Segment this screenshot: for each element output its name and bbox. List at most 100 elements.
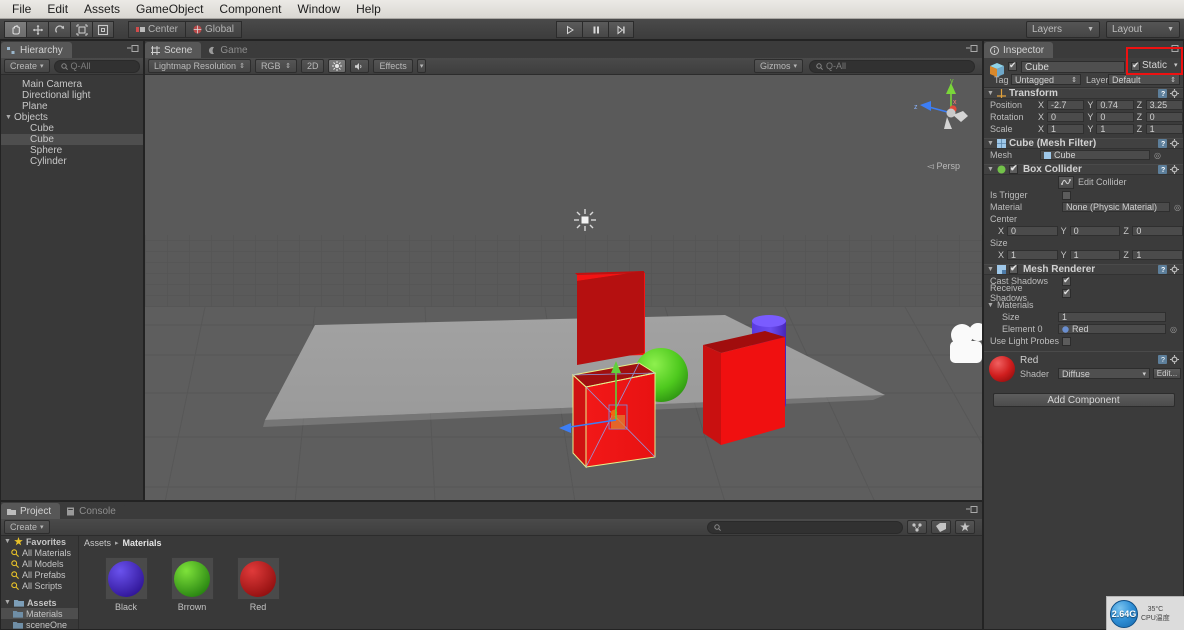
receive-shadows-checkbox[interactable] [1062, 287, 1071, 298]
foldout-arrow-icon[interactable]: ▼ [4, 599, 11, 606]
transform-y-field[interactable]: 0 [1096, 112, 1134, 122]
help-icon[interactable]: ? [1158, 165, 1167, 174]
project-create-button[interactable]: Create ▾ [4, 520, 50, 534]
tab-game[interactable]: Game [201, 42, 257, 58]
asset-item[interactable]: Brrown [167, 557, 217, 612]
layout-dropdown[interactable]: Layout ▼ [1106, 21, 1180, 38]
help-icon[interactable]: ? [1158, 265, 1167, 274]
tab-hierarchy[interactable]: Hierarchy [1, 42, 72, 58]
component-header-box-collider[interactable]: ▼ Box Collider ? [984, 163, 1183, 175]
shader-edit-button[interactable]: Edit... [1153, 368, 1181, 379]
help-icon[interactable]: ? [1158, 89, 1167, 98]
hierarchy-search-input[interactable]: Q-All [53, 59, 140, 73]
assets-folder-item[interactable]: Materials [1, 608, 78, 619]
size-z-field[interactable]: 1 [1132, 250, 1183, 260]
memory-indicator[interactable]: 2.64G [1110, 599, 1138, 628]
size-x-field[interactable]: 1 [1007, 250, 1058, 260]
gear-icon[interactable] [1170, 165, 1180, 174]
materials-size-field[interactable]: 1 [1058, 312, 1166, 322]
center-z-field[interactable]: 0 [1132, 226, 1183, 236]
inspector-menu-icon[interactable] [1167, 44, 1179, 55]
hierarchy-item[interactable]: Main Camera [1, 79, 143, 90]
hierarchy-item[interactable]: Cube [1, 123, 143, 134]
scene-color-mode-dropdown[interactable]: RGB ⇕ [254, 59, 297, 73]
project-tree[interactable]: ▼ Favorites All Materials All Models All P… [1, 536, 79, 630]
pause-button[interactable] [582, 21, 608, 38]
object-name-field[interactable] [1021, 61, 1125, 73]
scene-effects-caret[interactable]: ▾ [416, 59, 427, 73]
transform-z-field[interactable]: 1 [1145, 124, 1183, 134]
transform-x-field[interactable]: 0 [1047, 112, 1085, 122]
hand-tool-button[interactable] [4, 21, 26, 38]
hierarchy-item[interactable]: Sphere [1, 145, 143, 156]
box-collider-enabled-checkbox[interactable] [1008, 163, 1018, 174]
pivot-mode-button[interactable]: Center [128, 21, 186, 38]
rect-tool-button[interactable] [92, 21, 114, 38]
project-menu-icon[interactable] [966, 505, 978, 516]
scene-projection-label[interactable]: ◅ Persp [927, 161, 960, 172]
handle-space-button[interactable]: Global [185, 21, 242, 38]
hierarchy-item[interactable]: Plane [1, 101, 143, 112]
play-button[interactable] [556, 21, 582, 38]
foldout-arrow-icon[interactable]: ▼ [987, 140, 994, 147]
object-enabled-checkbox[interactable] [1008, 60, 1017, 71]
scene-gizmos-dropdown[interactable]: Gizmos ▾ [753, 59, 803, 73]
favorites-root[interactable]: ▼ Favorites [1, 536, 78, 547]
element0-object-field[interactable]: Red [1058, 324, 1166, 334]
mesh-object-field[interactable]: Cube [1040, 150, 1150, 160]
scene-2d-toggle[interactable]: 2D [300, 59, 325, 73]
layers-dropdown[interactable]: Layers ▼ [1026, 21, 1100, 38]
transform-x-field[interactable]: -2.7 [1047, 100, 1085, 110]
gear-icon[interactable] [1170, 89, 1180, 98]
layer-dropdown[interactable]: Default ⇕ [1108, 74, 1180, 85]
size-y-field[interactable]: 1 [1069, 250, 1121, 260]
scene-effects-dropdown[interactable]: Effects [373, 59, 413, 73]
favorite-star-button[interactable] [955, 520, 975, 534]
tag-dropdown[interactable]: Untagged ⇕ [1011, 74, 1081, 85]
foldout-arrow-icon[interactable]: ▼ [987, 90, 994, 97]
help-icon[interactable]: ? [1158, 139, 1167, 148]
menu-item-help[interactable]: Help [348, 0, 389, 18]
physic-material-field[interactable]: None (Physic Material) [1062, 202, 1170, 212]
center-y-field[interactable]: 0 [1069, 226, 1121, 236]
favorites-item[interactable]: All Materials [1, 547, 78, 558]
system-tray-widget[interactable]: 2.64G 35°C CPU温度 [1106, 596, 1184, 630]
filter-by-type-button[interactable] [907, 520, 927, 534]
static-dropdown-caret-icon[interactable]: ▾ [1174, 61, 1178, 69]
favorites-item[interactable]: All Prefabs [1, 569, 78, 580]
transform-z-field[interactable]: 0 [1145, 112, 1183, 122]
tab-project[interactable]: Project [1, 503, 61, 519]
hierarchy-tree[interactable]: Main Camera Directional light Plane ▼ Object… [1, 75, 143, 167]
material-gear-icon[interactable] [1170, 355, 1180, 367]
add-component-button[interactable]: Add Component [992, 393, 1175, 407]
is-trigger-checkbox[interactable] [1062, 190, 1071, 200]
center-x-field[interactable]: 0 [1007, 226, 1058, 236]
favorites-item[interactable]: All Models [1, 558, 78, 569]
breadcrumb-materials[interactable]: Materials [123, 538, 162, 548]
light-probes-checkbox[interactable] [1062, 336, 1071, 346]
transform-y-field[interactable]: 1 [1096, 124, 1134, 134]
foldout-arrow-icon[interactable]: ▼ [4, 538, 11, 545]
foldout-arrow-icon[interactable]: ▼ [5, 114, 14, 121]
assets-folder-list[interactable]: Materials sceneOne [1, 608, 78, 630]
menu-item-file[interactable]: File [4, 0, 39, 18]
static-checkbox[interactable] [1131, 60, 1140, 71]
scene-audio-toggle[interactable] [350, 59, 370, 73]
hierarchy-item[interactable]: Cylinder [1, 156, 143, 167]
materials-foldout-row[interactable]: ▼ Materials [984, 299, 1183, 311]
foldout-arrow-icon[interactable]: ▼ [987, 302, 994, 309]
foldout-arrow-icon[interactable]: ▼ [987, 266, 994, 273]
assets-root[interactable]: ▼ Assets [1, 597, 78, 608]
project-search-input[interactable] [707, 520, 903, 534]
cast-shadows-checkbox[interactable] [1062, 275, 1071, 286]
scene-viewport[interactable]: y z x ◅ Persp [145, 75, 982, 500]
asset-item[interactable]: Red [233, 557, 283, 612]
scene-search-input[interactable]: Q-All [809, 59, 975, 73]
gear-icon[interactable] [1170, 139, 1180, 148]
move-tool-button[interactable] [26, 21, 48, 38]
filter-by-label-button[interactable] [931, 520, 951, 534]
step-button[interactable] [608, 21, 634, 38]
component-header-mesh-filter[interactable]: ▼ Cube (Mesh Filter) ? [984, 138, 1183, 149]
physic-material-picker-icon[interactable]: ◎ [1174, 203, 1181, 212]
scene-lighting-toggle[interactable] [328, 59, 347, 73]
